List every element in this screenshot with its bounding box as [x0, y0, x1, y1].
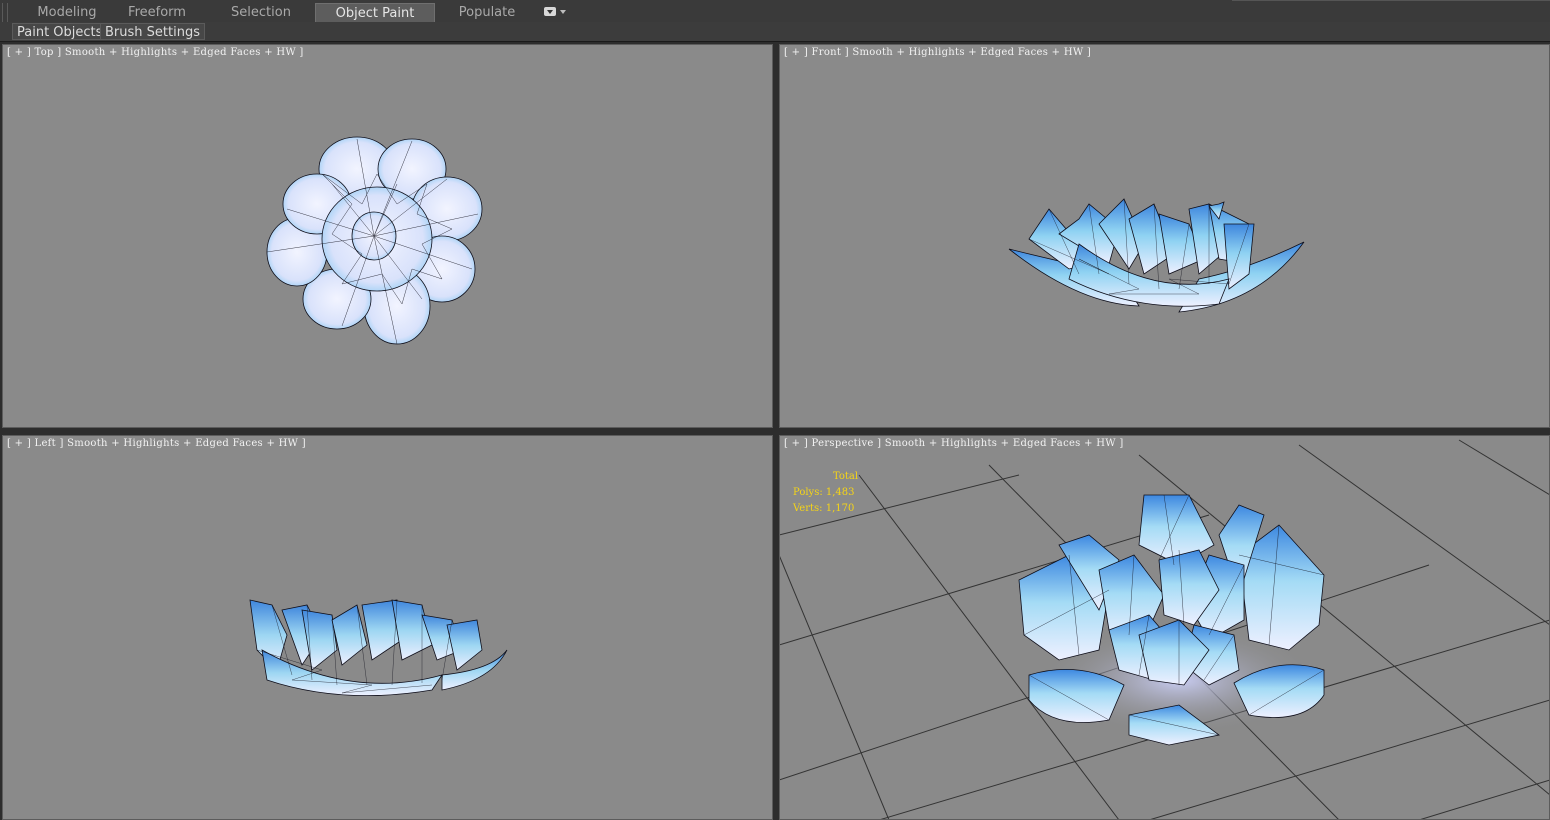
- viewport-label[interactable]: [ + ] Front ] Smooth + Highlights + Edge…: [784, 47, 1091, 58]
- tab-selection[interactable]: Selection: [208, 3, 314, 22]
- viewport-top[interactable]: [ + ] Top ] Smooth + Highlights + Edged …: [2, 44, 773, 428]
- front-view-lotus-model: [1008, 198, 1305, 313]
- ribbon-menu-icon: [544, 7, 556, 16]
- viewport-front[interactable]: [ + ] Front ] Smooth + Highlights + Edge…: [779, 44, 1550, 428]
- ribbon: Modeling Freeform Selection Object Paint…: [0, 0, 1550, 39]
- viewport-label[interactable]: [ + ] Top ] Smooth + Highlights + Edged …: [7, 47, 304, 58]
- viewport-left[interactable]: [ + ] Left ] Smooth + Highlights + Edged…: [2, 435, 773, 820]
- left-view-lotus-model: [249, 599, 508, 697]
- tab-object-paint[interactable]: Object Paint: [315, 3, 435, 23]
- tab-freeform[interactable]: Freeform: [104, 3, 210, 22]
- stats-verts: Verts: 1,170: [793, 503, 855, 514]
- stats-polys: Polys: 1,483: [793, 487, 855, 498]
- top-view-lotus-model: [266, 136, 483, 345]
- statistics-overlay: Total Polys: 1,483 Verts: 1,170: [793, 469, 858, 517]
- chevron-down-icon: [560, 10, 566, 14]
- viewport-perspective[interactable]: [ + ] Perspective ] Smooth + Highlights …: [779, 435, 1550, 820]
- viewport-label[interactable]: [ + ] Perspective ] Smooth + Highlights …: [784, 438, 1124, 449]
- viewport-label[interactable]: [ + ] Left ] Smooth + Highlights + Edged…: [7, 438, 306, 449]
- object-paint-panel: [0, 22, 1550, 42]
- perspective-lotus-model: [1018, 494, 1325, 746]
- brush-settings-button[interactable]: Brush Settings: [100, 23, 205, 40]
- stats-total-label: Total: [833, 471, 859, 482]
- ribbon-options-dropdown[interactable]: [542, 6, 568, 18]
- paint-objects-button[interactable]: Paint Objects: [12, 23, 108, 40]
- tab-populate[interactable]: Populate: [434, 3, 540, 22]
